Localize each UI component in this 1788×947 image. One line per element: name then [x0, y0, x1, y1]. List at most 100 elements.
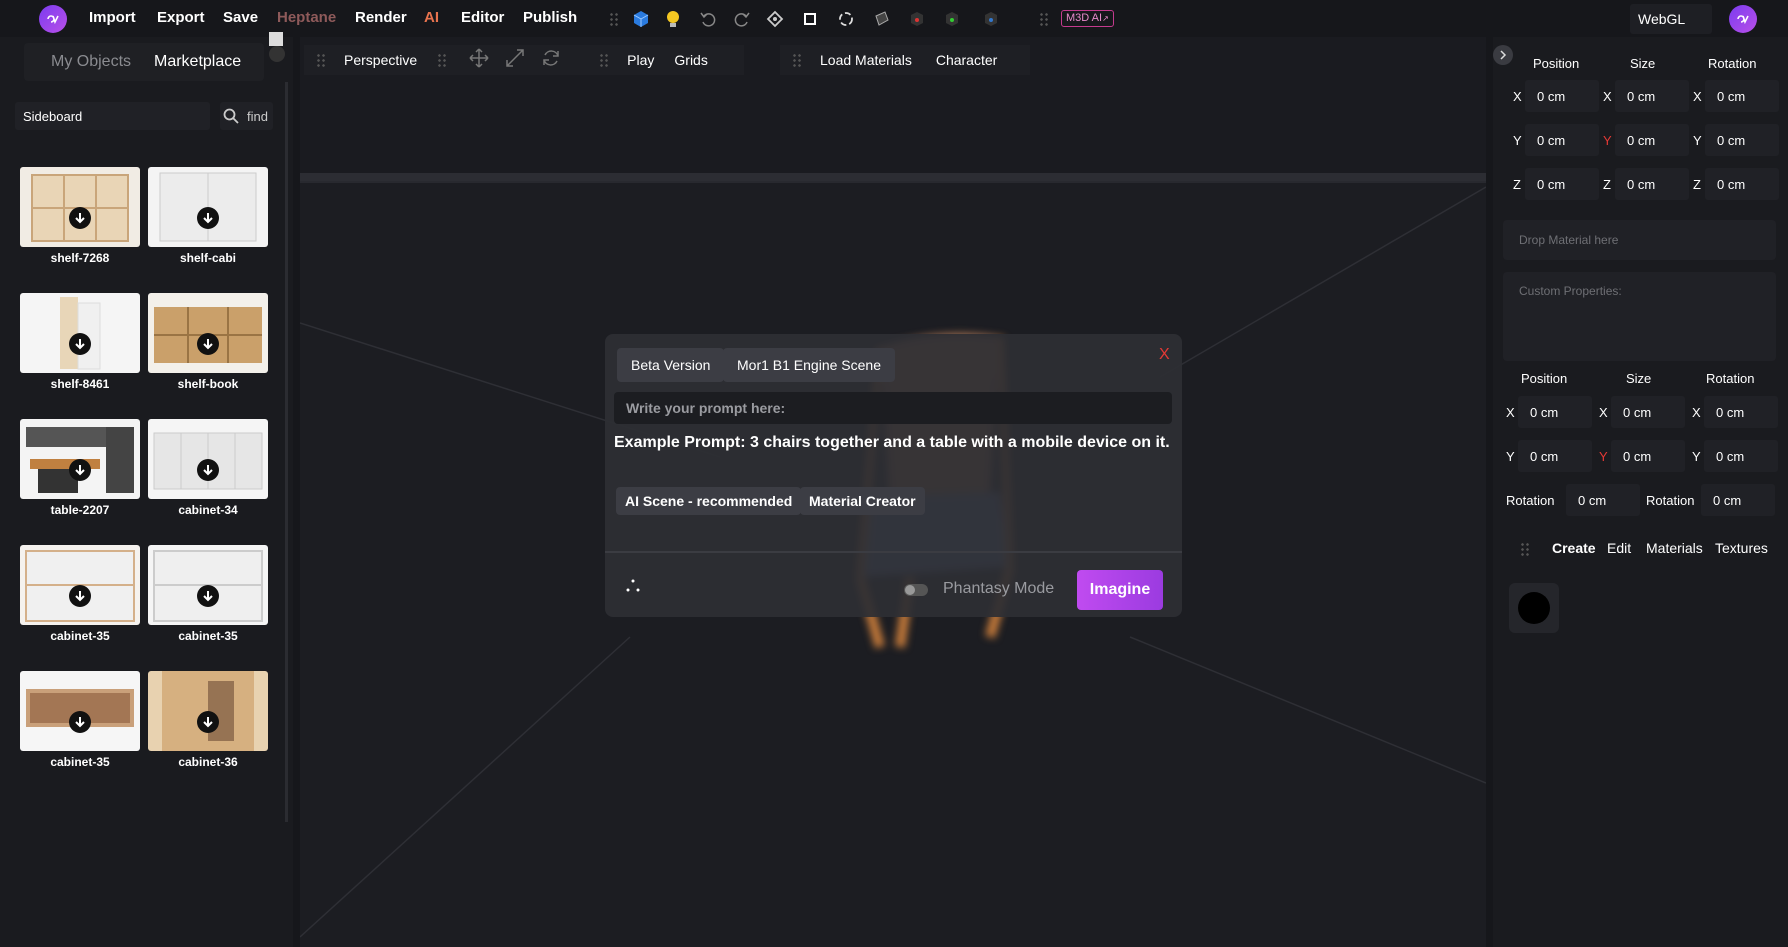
download-icon[interactable] — [197, 459, 219, 481]
collapse-panel-button[interactable] — [1493, 45, 1513, 65]
object-library-panel: My Objects Marketplace Sideboard find sh… — [0, 32, 293, 947]
phantasy-toggle[interactable] — [904, 584, 928, 596]
tab-beta-version[interactable]: Beta Version — [617, 348, 725, 382]
user-avatar[interactable] — [1729, 5, 1757, 33]
transform-icon[interactable] — [764, 8, 786, 30]
app-logo[interactable] — [39, 5, 67, 33]
rotate-object-icon[interactable] — [835, 8, 857, 30]
drag-handle-icon[interactable] — [1039, 12, 1049, 26]
axis-x-label: X — [1599, 405, 1608, 420]
rotate-icon[interactable] — [541, 48, 561, 73]
tab-engine-scene[interactable]: Mor1 B1 Engine Scene — [723, 348, 895, 382]
menu-import[interactable]: Import — [89, 9, 136, 26]
position-y-field[interactable]: 0 cm — [1525, 124, 1599, 156]
light-bulb-icon[interactable] — [662, 8, 684, 30]
rotation-field[interactable]: 0 cm — [1566, 484, 1640, 516]
tab-my-objects[interactable]: My Objects — [51, 53, 131, 71]
drag-handle-icon[interactable] — [316, 53, 326, 67]
play-button[interactable]: Play — [627, 52, 654, 68]
download-icon[interactable] — [197, 711, 219, 733]
search-input[interactable]: Sideboard — [15, 102, 210, 130]
character-button[interactable]: Character — [936, 52, 997, 68]
red-box-icon[interactable] — [906, 8, 928, 30]
sphere-icon — [1518, 592, 1550, 624]
load-materials-button[interactable]: Load Materials — [820, 52, 912, 68]
scale-icon[interactable] — [505, 48, 525, 73]
field-value: 0 cm — [1717, 133, 1746, 148]
menu-editor[interactable]: Editor — [461, 9, 504, 26]
move-icon[interactable] — [469, 47, 489, 73]
material-creator-button[interactable]: Material Creator — [800, 487, 925, 515]
position-z-field[interactable]: 0 cm — [1525, 168, 1599, 200]
rotation-y-field[interactable]: 0 cm — [1704, 440, 1778, 472]
menu-render[interactable]: Render — [355, 9, 407, 26]
tab-edit[interactable]: Edit — [1607, 540, 1631, 556]
scrollbar[interactable] — [285, 82, 288, 822]
item-thumbnail — [148, 293, 268, 373]
download-icon[interactable] — [69, 711, 91, 733]
size-y-field[interactable]: 0 cm — [1615, 124, 1689, 156]
field-value: 0 cm — [1627, 133, 1656, 148]
green-box-icon[interactable] — [941, 8, 963, 30]
m3d-ai-badge[interactable]: M3D AI↗ — [1061, 10, 1114, 27]
drag-handle-icon[interactable] — [437, 53, 448, 67]
engine-selector[interactable]: WebGL — [1630, 4, 1712, 34]
undo-icon[interactable] — [697, 8, 719, 30]
rotation-z-field[interactable]: 0 cm — [1705, 168, 1779, 200]
ai-scene-mode-button[interactable]: AI Scene - recommended — [616, 487, 802, 515]
tab-materials[interactable]: Materials — [1646, 540, 1703, 556]
blue-box-icon[interactable] — [980, 8, 1002, 30]
drag-handle-icon[interactable] — [1520, 542, 1530, 556]
drag-handle-icon[interactable] — [599, 53, 610, 67]
menu-heptane[interactable]: Heptane — [277, 9, 336, 26]
size-y-field[interactable]: 0 cm — [1611, 440, 1685, 472]
download-icon[interactable] — [69, 585, 91, 607]
download-icon[interactable] — [69, 333, 91, 355]
position-x-field[interactable]: 0 cm — [1518, 396, 1592, 428]
find-button[interactable]: find — [220, 102, 273, 130]
tab-create[interactable]: Create — [1552, 540, 1596, 556]
tab-textures[interactable]: Textures — [1715, 540, 1768, 556]
rotation-y-field[interactable]: 0 cm — [1705, 124, 1779, 156]
custom-properties-field[interactable]: Custom Properties: — [1503, 272, 1776, 361]
menu-export[interactable]: Export — [157, 9, 205, 26]
close-button[interactable]: X — [1159, 346, 1170, 364]
frame-icon[interactable] — [799, 8, 821, 30]
imagine-button[interactable]: Imagine — [1077, 570, 1163, 610]
size-x-field[interactable]: 0 cm — [1611, 396, 1685, 428]
grids-button[interactable]: Grids — [674, 52, 707, 68]
field-value: 0 cm — [1537, 89, 1566, 104]
drop-material-zone[interactable]: Drop Material here — [1503, 220, 1776, 260]
rotation-x-field[interactable]: 0 cm — [1704, 396, 1778, 428]
camera-perspective-button[interactable]: Perspective — [344, 52, 417, 68]
menu-save[interactable]: Save — [223, 9, 258, 26]
download-icon[interactable] — [197, 333, 219, 355]
download-icon[interactable] — [69, 207, 91, 229]
sphere-primitive-button[interactable] — [1509, 583, 1559, 633]
drag-handle-icon[interactable] — [609, 12, 619, 26]
prompt-input[interactable]: Write your prompt here: — [614, 392, 1172, 424]
download-icon[interactable] — [197, 207, 219, 229]
size-z-field[interactable]: 0 cm — [1615, 168, 1689, 200]
menu-publish[interactable]: Publish — [523, 9, 577, 26]
rotation-x-field[interactable]: 0 cm — [1705, 80, 1779, 112]
axis-x-label: X — [1513, 89, 1522, 104]
position-x-field[interactable]: 0 cm — [1525, 80, 1599, 112]
size-x-field[interactable]: 0 cm — [1615, 80, 1689, 112]
item-thumbnail — [20, 545, 140, 625]
download-icon[interactable] — [69, 459, 91, 481]
position-y-field[interactable]: 0 cm — [1518, 440, 1592, 472]
item-label: table-2207 — [50, 503, 110, 517]
engine-label: WebGL — [1638, 11, 1686, 27]
phantasy-mode-label: Phantasy Mode — [943, 580, 1055, 597]
tab-marketplace[interactable]: Marketplace — [154, 53, 241, 71]
menu-ai[interactable]: AI — [424, 9, 439, 26]
download-icon[interactable] — [197, 585, 219, 607]
rotation-field[interactable]: 0 cm — [1701, 484, 1775, 516]
field-value: 0 cm — [1627, 89, 1656, 104]
drag-handle-icon[interactable] — [792, 53, 802, 67]
shape-icon[interactable] — [871, 8, 893, 30]
item-label: cabinet-35 — [50, 755, 110, 769]
cube-icon[interactable] — [630, 8, 652, 30]
redo-icon[interactable] — [731, 8, 753, 30]
